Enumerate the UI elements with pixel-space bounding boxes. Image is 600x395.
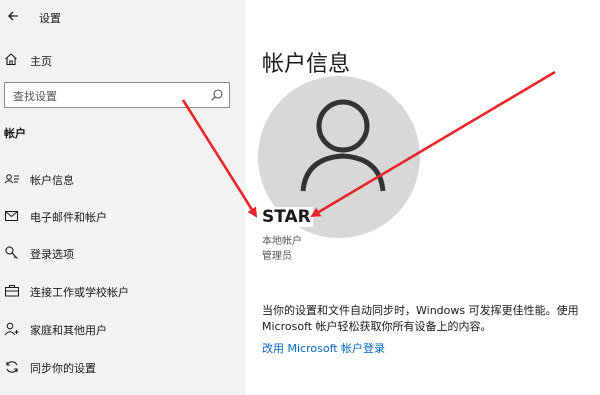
- home-icon: [5, 53, 17, 66]
- back-arrow-icon: [8, 11, 18, 21]
- person-add-icon: [4, 322, 19, 336]
- sidebar-item-account-info[interactable]: 帐户信息: [0, 166, 245, 192]
- sidebar-item-work-school[interactable]: 连接工作或学校帐户: [0, 278, 245, 304]
- home-nav-item[interactable]: 主页: [0, 48, 245, 72]
- user-name: STAR: [262, 207, 313, 227]
- sidebar-item-label: 同步你的设置: [30, 362, 96, 375]
- main-content: 帐户信息 STAR 本地帐户 管理员 当你的设置和文件自动同步时，Windows…: [245, 0, 600, 395]
- sidebar-item-label: 家庭和其他用户: [30, 324, 107, 337]
- sidebar-item-sign-in-options[interactable]: 登录选项: [0, 240, 245, 266]
- sidebar-item-label: 电子邮件和帐户: [30, 211, 107, 224]
- home-label: 主页: [30, 55, 52, 68]
- section-title: 帐户: [4, 127, 26, 140]
- sidebar-item-label: 帐户信息: [30, 174, 74, 187]
- account-type: 本地帐户: [262, 236, 302, 247]
- page-title: 帐户信息: [262, 52, 351, 77]
- account-role: 管理员: [262, 251, 292, 262]
- sync-icon: [6, 361, 18, 373]
- search-input[interactable]: [11, 87, 205, 105]
- sidebar-item-email-accounts[interactable]: 电子邮件和帐户: [0, 203, 245, 229]
- sync-info-text: 当你的设置和文件自动同步时，Windows 可发挥更佳性能。使用 Microso…: [262, 304, 579, 333]
- sidebar-item-family-users[interactable]: 家庭和其他用户: [0, 316, 245, 342]
- search-box[interactable]: [4, 82, 230, 108]
- app-title: 设置: [39, 12, 61, 25]
- sidebar: 设置 主页 帐户 帐户信息 电子邮件和帐户: [0, 0, 245, 395]
- sidebar-item-label: 登录选项: [30, 248, 74, 261]
- mail-icon: [5, 211, 18, 221]
- sidebar-item-label: 连接工作或学校帐户: [30, 286, 129, 299]
- sidebar-item-sync-settings[interactable]: 同步你的设置: [0, 354, 245, 380]
- briefcase-icon: [5, 285, 19, 297]
- microsoft-account-link[interactable]: 改用 Microsoft 帐户登录: [262, 340, 385, 356]
- back-button[interactable]: [4, 6, 24, 26]
- search-icon[interactable]: [210, 88, 224, 102]
- key-icon: [5, 246, 18, 259]
- account-info-icon: [4, 174, 19, 184]
- title-bar: 设置: [0, 0, 245, 34]
